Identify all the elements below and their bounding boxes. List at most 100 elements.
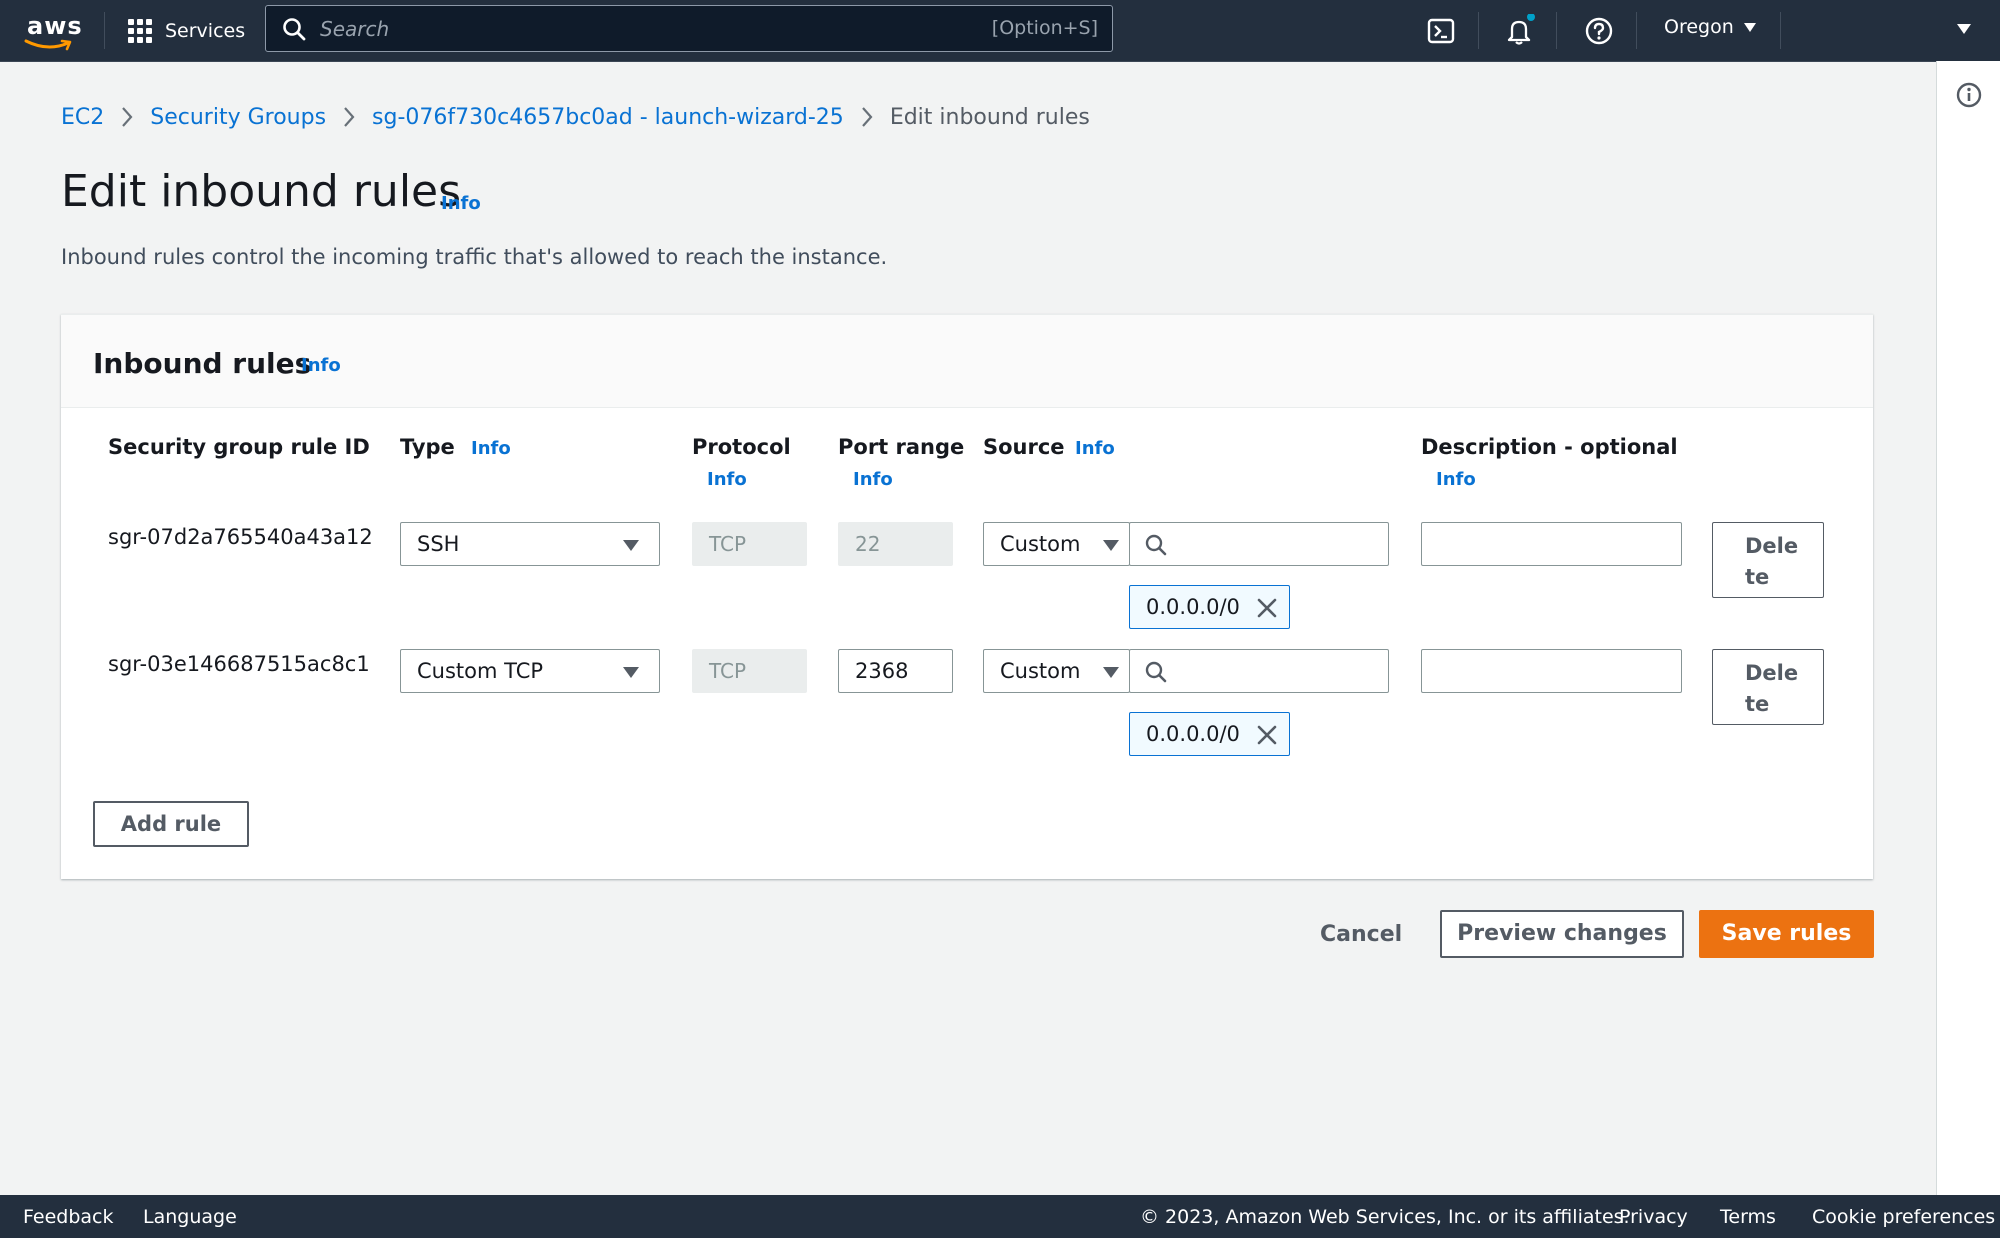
source-cidr-value: 0.0.0.0/0 <box>1146 722 1240 746</box>
caret-down-icon <box>1103 540 1119 551</box>
footer-cookie-preferences-link[interactable]: Cookie preferences <box>1812 1206 1995 1228</box>
footer-privacy-link[interactable]: Privacy <box>1619 1206 1688 1228</box>
protocol-field: TCP <box>692 649 807 693</box>
help-icon <box>1585 17 1613 45</box>
nav-divider <box>104 12 105 49</box>
port-range-info-link[interactable]: Info <box>853 469 893 490</box>
breadcrumb-ec2[interactable]: EC2 <box>61 105 104 130</box>
column-header-port-range: Port range <box>838 435 965 459</box>
inbound-rules-panel: Inbound rules Info Security group rule I… <box>61 314 1873 879</box>
type-select-value: Custom TCP <box>417 659 544 683</box>
description-input[interactable] <box>1421 649 1682 693</box>
delete-button-label-line1: Dele <box>1745 661 1799 685</box>
page-title-info-link[interactable]: Info <box>441 193 481 214</box>
add-rule-button[interactable]: Add rule <box>93 801 249 847</box>
search-icon <box>1145 661 1167 683</box>
footer: Feedback Language © 2023, Amazon Web Ser… <box>0 1195 2000 1238</box>
delete-rule-button[interactable]: Dele te <box>1712 649 1824 725</box>
source-type-value: Custom <box>1000 659 1081 683</box>
region-selector[interactable]: Oregon <box>1664 16 1756 38</box>
protocol-info-link[interactable]: Info <box>707 469 747 490</box>
source-info-link[interactable]: Info <box>1075 438 1115 459</box>
type-select[interactable]: Custom TCP <box>400 649 660 693</box>
source-cidr-value: 0.0.0.0/0 <box>1146 595 1240 619</box>
source-type-select[interactable]: Custom <box>983 649 1130 693</box>
page-title: Edit inbound rules <box>61 166 462 217</box>
column-header-description: Description - optional <box>1421 435 1678 459</box>
region-label: Oregon <box>1664 16 1734 38</box>
caret-down-icon <box>1743 22 1756 32</box>
help-button[interactable] <box>1582 14 1616 48</box>
caret-down-icon <box>1103 667 1119 678</box>
footer-copyright: © 2023, Amazon Web Services, Inc. or its… <box>1140 1206 1630 1228</box>
nav-divider <box>1556 12 1557 49</box>
panel-header: Inbound rules Info <box>61 315 1873 408</box>
port-range-input[interactable]: 2368 <box>838 649 953 693</box>
page-description: Inbound rules control the incoming traff… <box>61 245 888 269</box>
caret-down-icon <box>623 540 639 551</box>
chevron-right-icon <box>861 107 873 127</box>
source-cidr-token: 0.0.0.0/0 <box>1129 585 1290 629</box>
nav-divider <box>1636 12 1637 49</box>
source-type-select[interactable]: Custom <box>983 522 1130 566</box>
column-header-source: Source <box>983 435 1065 459</box>
global-search[interactable]: [Option+S] <box>265 5 1113 52</box>
breadcrumb-current: Edit inbound rules <box>889 104 1090 130</box>
chevron-right-icon <box>122 107 133 127</box>
panel-title: Inbound rules <box>93 347 312 380</box>
services-label: Services <box>165 20 246 42</box>
app-grid-icon <box>128 19 152 43</box>
breadcrumb-security-group[interactable]: sg-076f730c4657bc0ad - launch-wizard-25 <box>372 105 844 130</box>
account-menu-caret-icon[interactable] <box>1957 24 1971 34</box>
tools-panel-rail <box>1936 61 2000 1195</box>
delete-button-label-line1: Dele <box>1745 534 1799 558</box>
close-icon[interactable] <box>1255 596 1279 620</box>
footer-terms-link[interactable]: Terms <box>1720 1206 1776 1228</box>
nav-divider <box>1478 12 1479 49</box>
notification-dot <box>1527 13 1535 21</box>
info-panel-icon[interactable] <box>1955 81 1983 109</box>
column-header-protocol: Protocol <box>692 435 791 459</box>
search-icon <box>283 18 306 41</box>
nav-divider <box>1780 12 1781 49</box>
source-cidr-token: 0.0.0.0/0 <box>1129 712 1290 756</box>
source-search-input[interactable] <box>1129 522 1389 566</box>
protocol-field: TCP <box>692 522 807 566</box>
type-info-link[interactable]: Info <box>471 438 511 459</box>
type-select-value: SSH <box>417 532 460 556</box>
cloudshell-icon <box>1427 18 1455 44</box>
search-input[interactable] <box>318 14 922 44</box>
port-range-field: 22 <box>838 522 953 566</box>
caret-down-icon <box>623 667 639 678</box>
top-navigation: aws Services [Option+S] <box>0 0 2000 62</box>
footer-language-link[interactable]: Language <box>143 1206 237 1228</box>
type-select[interactable]: SSH <box>400 522 660 566</box>
cloudshell-button[interactable] <box>1424 14 1458 48</box>
bell-icon <box>1507 13 1535 45</box>
panel-info-link[interactable]: Info <box>301 355 341 376</box>
delete-rule-button[interactable]: Dele te <box>1712 522 1824 598</box>
source-type-value: Custom <box>1000 532 1081 556</box>
breadcrumb-security-groups[interactable]: Security Groups <box>150 105 326 130</box>
aws-smile-icon <box>24 39 72 51</box>
preview-changes-button[interactable]: Preview changes <box>1440 910 1684 958</box>
rule-id: sgr-07d2a765540a43a12 <box>108 525 373 549</box>
close-icon[interactable] <box>1255 723 1279 747</box>
footer-feedback-link[interactable]: Feedback <box>23 1206 113 1228</box>
rule-id: sgr-03e146687515ac8c1 <box>108 652 370 676</box>
column-header-type: Type <box>400 435 455 459</box>
chevron-right-icon <box>344 107 355 127</box>
save-rules-button[interactable]: Save rules <box>1699 910 1874 958</box>
services-menu-button[interactable]: Services <box>128 14 245 48</box>
cancel-button[interactable]: Cancel <box>1320 922 1402 947</box>
search-shortcut-hint: [Option+S] <box>991 17 1098 39</box>
aws-logo[interactable]: aws <box>24 10 83 51</box>
aws-logo-text: aws <box>27 12 83 40</box>
description-info-link[interactable]: Info <box>1436 469 1476 490</box>
delete-button-label-line2: te <box>1745 565 1770 589</box>
notifications-button[interactable] <box>1502 13 1536 48</box>
description-input[interactable] <box>1421 522 1682 566</box>
column-header-rule-id: Security group rule ID <box>108 435 370 459</box>
source-search-input[interactable] <box>1129 649 1389 693</box>
delete-button-label-line2: te <box>1745 692 1770 716</box>
